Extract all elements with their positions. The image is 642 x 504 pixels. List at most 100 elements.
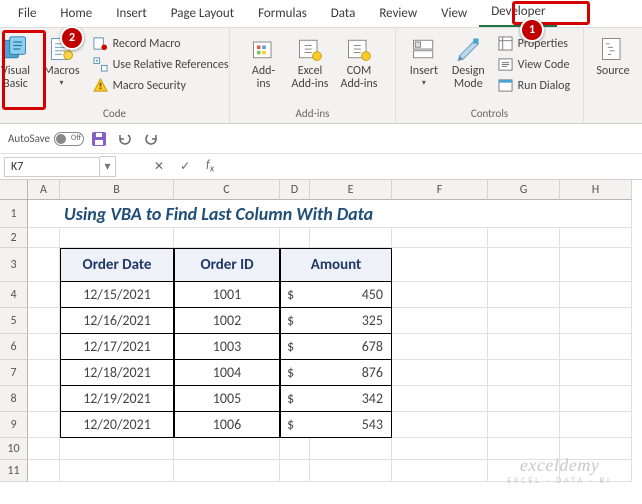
cell-amount[interactable]: $678 xyxy=(280,334,392,360)
enter-formula-button[interactable]: ✓ xyxy=(172,159,198,174)
visual-basic-icon xyxy=(1,35,29,63)
run-dialog-icon xyxy=(498,78,513,93)
insert-function-button[interactable]: fx xyxy=(198,158,222,174)
table-header-order-date: Order Date xyxy=(60,248,174,282)
table-row[interactable]: 4 12/15/20211001$450 xyxy=(0,282,642,308)
page-title: Using VBA to Find Last Column With Data xyxy=(60,200,632,228)
com-addins-button[interactable]: COM Add-ins xyxy=(335,32,384,91)
col-header-b[interactable]: B xyxy=(60,180,174,200)
cell-order-id[interactable]: 1006 xyxy=(174,412,280,438)
save-button[interactable] xyxy=(88,128,110,150)
group-code: Visual Basic Macros ▾ Record Macro Use R… xyxy=(0,28,230,123)
cell-order-date[interactable]: 12/20/2021 xyxy=(60,412,174,438)
name-box[interactable]: K7 xyxy=(4,157,100,177)
group-controls: Insert ▾ Design Mode Properties View Cod… xyxy=(396,28,584,123)
cell-order-id[interactable]: 1002 xyxy=(174,308,280,334)
cell-amount[interactable]: $543 xyxy=(280,412,392,438)
save-icon xyxy=(91,131,107,147)
source-icon xyxy=(599,35,627,63)
tab-formulas[interactable]: Formulas xyxy=(246,0,319,27)
macro-security-label: Macro Security xyxy=(113,79,186,93)
redo-button[interactable] xyxy=(140,128,162,150)
row-header-6[interactable]: 6 xyxy=(0,334,28,360)
col-header-c[interactable]: C xyxy=(174,180,280,200)
row-header-7[interactable]: 7 xyxy=(0,360,28,386)
run-dialog-button[interactable]: Run Dialog xyxy=(495,76,573,95)
row-header-9[interactable]: 9 xyxy=(0,412,28,438)
visual-basic-label: Visual Basic xyxy=(1,65,30,91)
tab-file[interactable]: File xyxy=(6,0,48,27)
addins-button[interactable]: Add- ins xyxy=(242,32,286,91)
cell-order-id[interactable]: 1005 xyxy=(174,386,280,412)
column-headers[interactable]: A B C D E F G H xyxy=(28,180,642,200)
row-header-2[interactable]: 2 xyxy=(0,228,28,248)
com-addins-icon xyxy=(345,35,373,63)
tab-home[interactable]: Home xyxy=(48,0,104,27)
col-header-d[interactable]: D xyxy=(280,180,310,200)
table-row[interactable]: 5 12/16/20211002$325 xyxy=(0,308,642,334)
visual-basic-button[interactable]: Visual Basic xyxy=(0,32,37,91)
col-header-a[interactable]: A xyxy=(28,180,60,200)
table-header-order-id: Order ID xyxy=(174,248,280,282)
select-all-triangle[interactable] xyxy=(0,180,28,200)
design-mode-button[interactable]: Design Mode xyxy=(446,32,491,91)
view-code-button[interactable]: View Code xyxy=(495,55,573,74)
spreadsheet-grid[interactable]: A B C D E F G H 1 Using VBA to Find Last… xyxy=(0,180,642,482)
table-row[interactable]: 7 12/18/20211004$876 xyxy=(0,360,642,386)
row-header-4[interactable]: 4 xyxy=(0,282,28,308)
record-macro-button[interactable]: Record Macro xyxy=(90,34,232,53)
cell-amount[interactable]: $342 xyxy=(280,386,392,412)
tab-developer[interactable]: Developer xyxy=(479,0,557,27)
excel-addins-button[interactable]: Excel Add-ins xyxy=(286,32,335,91)
cell-order-id[interactable]: 1003 xyxy=(174,334,280,360)
row-header-10[interactable]: 10 xyxy=(0,438,28,460)
row-header-8[interactable]: 8 xyxy=(0,386,28,412)
cell-amount[interactable]: $325 xyxy=(280,308,392,334)
quick-access-toolbar: AutoSave Off xyxy=(0,124,642,154)
chevron-down-icon: ▾ xyxy=(422,79,426,88)
col-header-f[interactable]: F xyxy=(392,180,488,200)
cell-order-date[interactable]: 12/16/2021 xyxy=(60,308,174,334)
name-box-dropdown[interactable]: ▾ xyxy=(100,156,116,177)
table-row[interactable]: 6 12/17/20211003$678 xyxy=(0,334,642,360)
table-row[interactable]: 8 12/19/20211005$342 xyxy=(0,386,642,412)
tab-view[interactable]: View xyxy=(429,0,479,27)
cell-amount[interactable]: $450 xyxy=(280,282,392,308)
macro-security-button[interactable]: Macro Security xyxy=(90,76,232,95)
use-relative-references-button[interactable]: Use Relative References xyxy=(90,55,232,74)
cell-order-date[interactable]: 12/17/2021 xyxy=(60,334,174,360)
ribbon-tabs: File Home Insert Page Layout Formulas Da… xyxy=(0,0,642,28)
undo-button[interactable] xyxy=(114,128,136,150)
source-button[interactable]: Source xyxy=(590,32,635,78)
col-header-e[interactable]: E xyxy=(310,180,392,200)
col-header-g[interactable]: G xyxy=(488,180,560,200)
cell-order-date[interactable]: 12/18/2021 xyxy=(60,360,174,386)
tab-data[interactable]: Data xyxy=(319,0,368,27)
cell-order-date[interactable]: 12/15/2021 xyxy=(60,282,174,308)
formula-input[interactable] xyxy=(222,158,642,176)
design-mode-label: Design Mode xyxy=(452,65,485,91)
excel-addins-label: Excel Add-ins xyxy=(292,65,329,91)
cell-amount[interactable]: $876 xyxy=(280,360,392,386)
col-header-h[interactable]: H xyxy=(560,180,632,200)
insert-control-button[interactable]: Insert ▾ xyxy=(402,32,446,88)
tab-review[interactable]: Review xyxy=(367,0,429,27)
table-row[interactable]: 9 12/20/20211006$543 xyxy=(0,412,642,438)
relative-references-label: Use Relative References xyxy=(113,58,229,72)
autosave-toggle[interactable]: AutoSave Off xyxy=(8,132,84,146)
row-header-5[interactable]: 5 xyxy=(0,308,28,334)
cell-order-id[interactable]: 1004 xyxy=(174,360,280,386)
row-header-1[interactable]: 1 xyxy=(0,200,28,228)
cell-order-date[interactable]: 12/19/2021 xyxy=(60,386,174,412)
callout-2: 2 xyxy=(60,26,84,50)
macros-label: Macros xyxy=(43,65,79,78)
tab-insert[interactable]: Insert xyxy=(104,0,159,27)
row-header-11[interactable]: 11 xyxy=(0,460,28,482)
insert-control-label: Insert xyxy=(410,65,438,78)
cell-order-id[interactable]: 1001 xyxy=(174,282,280,308)
tab-page-layout[interactable]: Page Layout xyxy=(159,0,246,27)
cancel-formula-button[interactable]: ✕ xyxy=(146,159,172,174)
row-header-3[interactable]: 3 xyxy=(0,248,28,282)
group-code-label: Code xyxy=(0,105,229,123)
ribbon: Visual Basic Macros ▾ Record Macro Use R… xyxy=(0,28,642,124)
